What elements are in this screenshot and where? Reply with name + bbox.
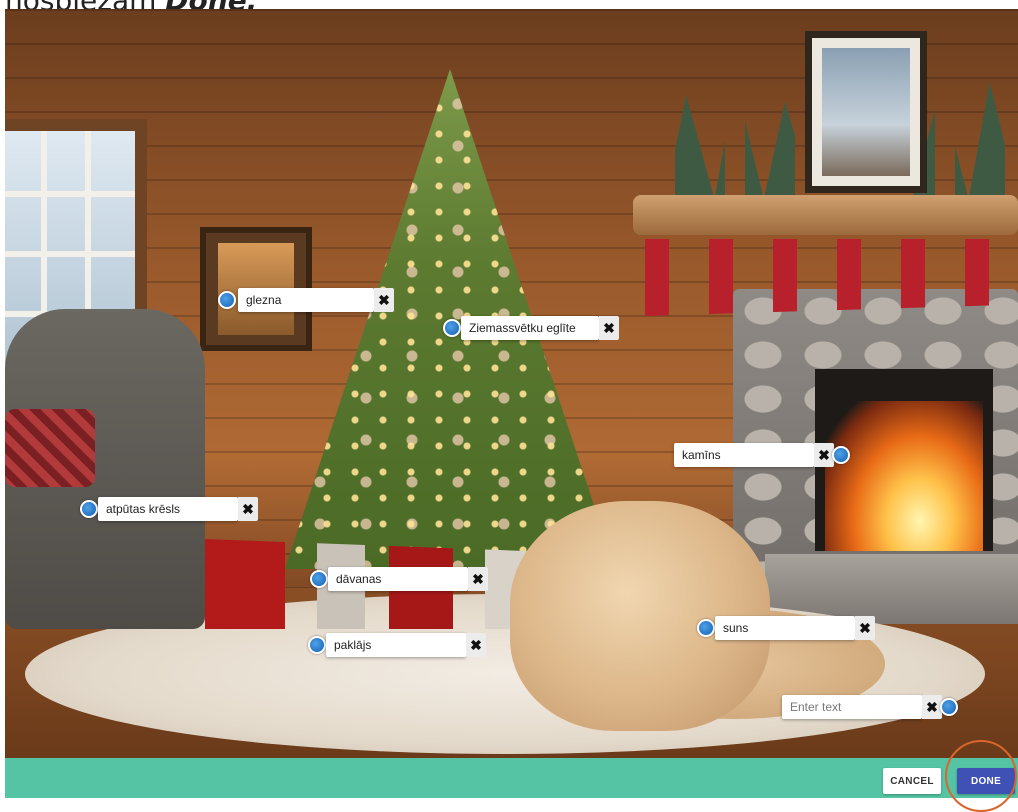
tag-label[interactable]: Ziemassvētku eglīte [461,316,599,340]
remove-tag-icon[interactable]: ✖ [855,616,875,640]
marker-dot-icon[interactable] [832,446,850,464]
annotation-image[interactable] [5,9,1018,758]
tag-label[interactable]: paklājs [326,633,466,657]
plaid-pillow [5,409,95,487]
marker-dot-icon[interactable] [308,636,326,654]
remove-tag-icon[interactable]: ✖ [374,288,394,312]
painting-right [805,31,927,193]
cancel-button[interactable]: CANCEL [883,768,941,794]
marker-dot-icon[interactable] [310,570,328,588]
remove-tag-icon[interactable]: ✖ [468,567,488,591]
marker-dot-icon[interactable] [218,291,236,309]
remove-tag-icon[interactable]: ✖ [814,443,834,467]
tag-label[interactable]: glezna [238,288,374,312]
remove-tag-icon[interactable]: ✖ [599,316,619,340]
remove-tag-icon[interactable]: ✖ [922,695,942,719]
tag-label[interactable]: dāvanas [328,567,468,591]
tag-label[interactable]: kamīns [674,443,814,467]
marker-dot-icon[interactable] [697,619,715,637]
footer-bar: CANCEL DONE [5,758,1018,798]
tag-label[interactable]: atpūtas krēsls [98,497,238,521]
tag-label[interactable]: suns [715,616,855,640]
mantel [633,195,1018,235]
remove-tag-icon[interactable]: ✖ [466,633,486,657]
done-button[interactable]: DONE [957,768,1015,794]
marker-dot-icon[interactable] [80,500,98,518]
remove-tag-icon[interactable]: ✖ [238,497,258,521]
marker-dot-icon[interactable] [940,698,958,716]
marker-dot-icon[interactable] [443,319,461,337]
new-tag-input[interactable]: Enter text [782,695,922,719]
